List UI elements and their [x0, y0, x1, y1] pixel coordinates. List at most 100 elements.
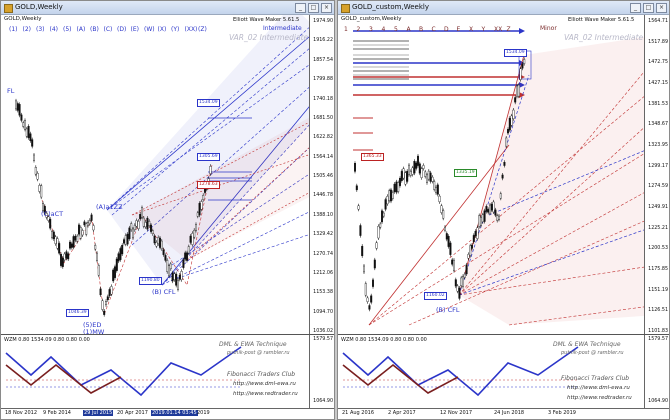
- candle-body: [65, 251, 68, 259]
- candle-body: [422, 165, 425, 169]
- tech-url-2[interactable]: http://www.redtrader.ru: [233, 391, 298, 397]
- candle-body: [411, 167, 414, 175]
- candle-body: [131, 228, 134, 239]
- candle-body: [496, 215, 499, 221]
- candle-body: [456, 285, 459, 292]
- wave-header-item: 1: [344, 26, 348, 33]
- candle-body: [38, 185, 41, 192]
- window-titlebar-right[interactable]: GOLD_custom,Weekly _ □ ×: [338, 1, 669, 15]
- candle-body: [88, 220, 91, 225]
- time-axis: 21 Aug 2016 2 Apr 2017 12 Nov 2017 24 Ju…: [338, 408, 669, 419]
- price-chart-left[interactable]: [1, 15, 334, 333]
- candle-body: [353, 163, 356, 172]
- candle-body: [133, 225, 136, 231]
- candle-body: [515, 85, 518, 97]
- candle-body: [40, 185, 43, 198]
- wave-header-item: C: [431, 26, 436, 33]
- window-title: GOLD_custom,Weekly: [352, 3, 429, 11]
- candle-body: [70, 243, 73, 248]
- candle-body: [16, 103, 19, 111]
- wave-label-b: (B) CFL: [436, 306, 460, 314]
- candle-body: [386, 196, 389, 205]
- candle-body: [194, 224, 197, 231]
- price-label: 1427.15: [648, 81, 668, 86]
- chart-icon: [4, 4, 13, 13]
- candle-body: [436, 184, 439, 195]
- window-titlebar-left[interactable]: GOLD,Weekly _ □ ×: [1, 1, 334, 15]
- candle-body: [142, 217, 145, 227]
- candle-body: [476, 227, 479, 239]
- tech-club: Fibonacci Traders Club: [227, 371, 296, 378]
- variant-label: VAR_02 Intermediate: [564, 33, 644, 42]
- tech-url-2[interactable]: http://www.redtrader.ru: [567, 395, 632, 401]
- candle-body: [178, 274, 181, 280]
- arrow-head: [519, 28, 525, 34]
- candle-body: [424, 171, 427, 177]
- candle-body: [184, 252, 187, 260]
- wave-header-item: 4: [381, 26, 386, 33]
- close-icon[interactable]: ×: [321, 3, 332, 13]
- candle-body: [97, 265, 100, 276]
- wave-header-item: Z: [506, 26, 511, 33]
- candle-body: [494, 209, 497, 216]
- candle-body: [36, 173, 39, 180]
- time-label: 2019.01.14 03:45: [151, 410, 198, 416]
- minimize-icon[interactable]: _: [295, 3, 306, 13]
- candle-body: [54, 236, 57, 244]
- candle-body: [379, 223, 382, 228]
- window-controls: _ □ ×: [295, 3, 332, 13]
- candle-body: [501, 174, 504, 179]
- wave-header-item: X: [469, 26, 474, 33]
- candle-body: [388, 190, 391, 201]
- candle-body: [418, 163, 421, 174]
- price-label: 1472.75: [648, 60, 668, 66]
- price-label: 1974.90: [313, 19, 333, 24]
- chart-window-right[interactable]: GOLD_custom,Weekly _ □ × GOLD_custom,Wee…: [337, 0, 670, 420]
- candle-body: [113, 266, 116, 278]
- maximize-icon[interactable]: □: [308, 3, 319, 13]
- price-label: 1270.74: [313, 251, 333, 257]
- chart-window-left[interactable]: GOLD,Weekly _ □ × GOLD,Weekly Elliott Wa…: [0, 0, 335, 420]
- candle-body: [472, 235, 475, 242]
- candle-body: [31, 139, 34, 147]
- wave-header-item: (E): [130, 26, 139, 33]
- candle-body: [79, 227, 82, 239]
- candle-body: [164, 255, 167, 261]
- time-label: 3 Feb 2019: [548, 410, 576, 416]
- candle-body: [121, 245, 124, 255]
- candle-body: [95, 252, 98, 261]
- tech-url-1[interactable]: http://www.dml-ewa.ru: [567, 385, 630, 391]
- tech-club: Fibonacci Traders Club: [561, 375, 630, 382]
- candle-body: [110, 286, 113, 295]
- time-label: 24 Jun 2018: [494, 410, 525, 416]
- wave-header-item: (W): [144, 26, 155, 33]
- minimize-icon[interactable]: _: [630, 3, 641, 13]
- candle-body: [366, 297, 369, 302]
- wave-label-fl: FL: [7, 87, 15, 95]
- candle-body: [27, 126, 30, 138]
- candle-body: [52, 231, 55, 240]
- candle-body: [151, 230, 154, 235]
- price-label: 1094.70: [313, 309, 333, 315]
- price-label: 1323.95: [648, 143, 668, 148]
- price-chart-right[interactable]: [338, 15, 669, 333]
- tech-url-1[interactable]: http://www.dml-ewa.ru: [233, 381, 296, 387]
- price-tag: 1160.02: [424, 292, 447, 300]
- candle-body: [404, 172, 407, 185]
- candle-body: [182, 259, 185, 268]
- fork-fill: [459, 35, 658, 325]
- candle-body: [519, 68, 522, 80]
- candle-body: [409, 171, 412, 176]
- candle-body: [209, 166, 212, 174]
- subwindow-header: WZM 0.80 1534.09 0.80 0.80 0.00: [4, 337, 90, 343]
- close-icon[interactable]: ×: [656, 3, 667, 13]
- maximize-icon[interactable]: □: [643, 3, 654, 13]
- price-label: 1505.46: [313, 174, 333, 179]
- time-label: 20 Apr 2017: [117, 410, 148, 416]
- candle-body: [382, 212, 385, 217]
- candle-body: [117, 253, 120, 262]
- candle-body: [148, 221, 151, 226]
- time-label: 2 Apr 2017: [388, 410, 416, 416]
- candle-body: [135, 220, 138, 227]
- price-label: 1212.06: [313, 270, 333, 276]
